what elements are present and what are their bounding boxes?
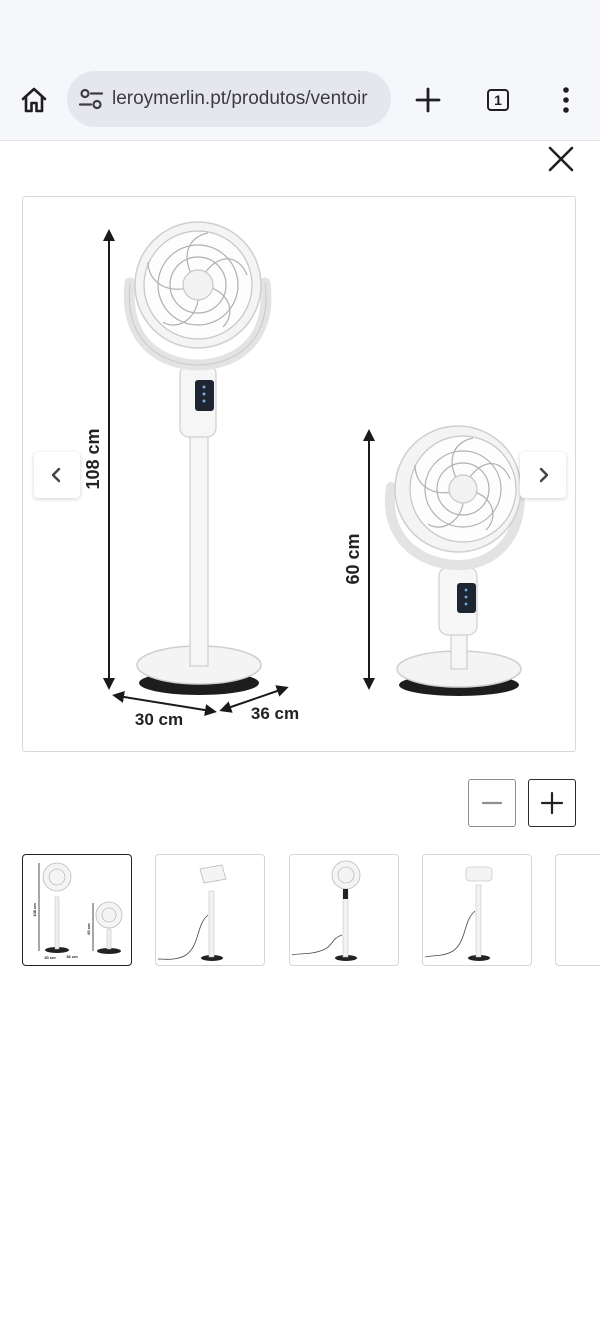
product-image-viewer[interactable]: 108 cm 60 cm 30 cm 36 cm	[22, 196, 576, 752]
home-icon	[21, 87, 47, 113]
thumbnail-image: 108 cm 60 cm 30 cm 36 cm	[32, 862, 123, 960]
plus-icon	[415, 87, 441, 113]
fan-product-image: 108 cm 60 cm 30 cm 36 cm	[83, 221, 525, 729]
home-button[interactable]	[14, 80, 54, 120]
dimension-base-width: 36 cm	[251, 704, 299, 723]
close-button[interactable]	[544, 142, 578, 176]
thumbnail-image	[157, 864, 227, 961]
site-settings-icon[interactable]	[78, 86, 104, 112]
next-image-button[interactable]	[520, 452, 566, 498]
dimension-height-tall: 108 cm	[83, 428, 103, 489]
address-bar[interactable]: leroymerlin.pt/produtos/ventoir	[67, 71, 391, 127]
tab-switcher-button[interactable]: 1	[478, 80, 518, 120]
tab-count: 1	[494, 92, 502, 108]
dimension-height-short: 60 cm	[343, 533, 363, 584]
thumbnail-3[interactable]	[289, 854, 399, 966]
tall-fan-illustration	[123, 221, 272, 695]
thumb-dimension-h1: 108 cm	[32, 903, 37, 917]
dimension-base-depth: 30 cm	[135, 710, 183, 729]
thumbnail-2[interactable]	[155, 854, 265, 966]
status-bar	[0, 0, 600, 60]
thumb-dimension-w1: 30 cm	[44, 955, 56, 960]
tab-switcher-icon: 1	[487, 89, 509, 111]
thumbnail-4[interactable]	[422, 854, 532, 966]
thumbnail-image	[291, 860, 361, 961]
more-vertical-icon	[563, 87, 569, 113]
zoom-out-button[interactable]	[468, 779, 516, 827]
browser-toolbar: leroymerlin.pt/produtos/ventoir 1	[0, 60, 600, 141]
thumbnail-image	[424, 866, 493, 961]
short-fan-illustration	[384, 425, 525, 696]
thumb-dimension-w2: 36 cm	[66, 954, 78, 959]
thumbnail-1[interactable]: 108 cm 60 cm 30 cm 36 cm	[22, 854, 132, 966]
zoom-in-button[interactable]	[528, 779, 576, 827]
new-tab-button[interactable]	[408, 80, 448, 120]
plus-icon	[540, 791, 564, 815]
minus-icon	[481, 801, 503, 805]
close-icon	[548, 146, 574, 172]
menu-button[interactable]	[546, 80, 586, 120]
thumbnail-5[interactable]	[555, 854, 600, 966]
chevron-left-icon	[51, 467, 61, 483]
thumb-dimension-h2: 60 cm	[86, 923, 91, 935]
url-text[interactable]: leroymerlin.pt/produtos/ventoir	[112, 88, 368, 110]
previous-image-button[interactable]	[34, 452, 80, 498]
chevron-right-icon	[539, 467, 549, 483]
